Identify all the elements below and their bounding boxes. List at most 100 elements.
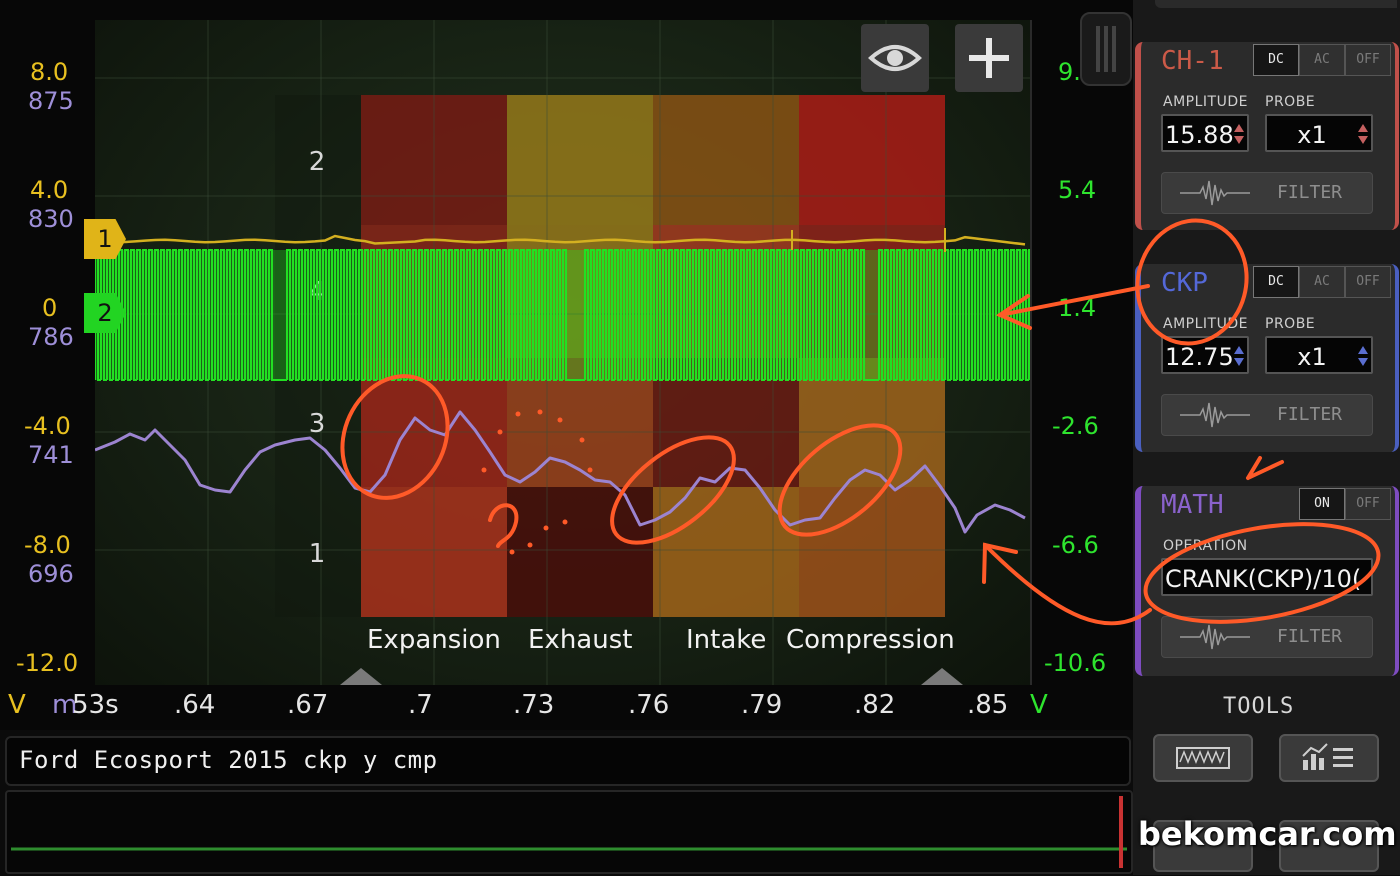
channel-card-math: MATH ON OFF OPERATION CRANK(CKP)/10( FIL…	[1135, 486, 1399, 676]
grip-icon	[1096, 26, 1116, 72]
channel-card-ch1: CH-1 DC AC OFF AMPLITUDE PROBE 15.88 x1 …	[1135, 42, 1399, 230]
amplitude-field[interactable]: 12.75	[1161, 336, 1249, 374]
math-name[interactable]: MATH	[1161, 490, 1224, 520]
right-tick-6: -10.6	[1044, 649, 1107, 677]
right-cursor-marker	[921, 668, 963, 685]
mode-ac-button[interactable]: AC	[1299, 266, 1345, 298]
amp-tick-6: -12.0	[16, 649, 79, 677]
amplitude-value: 12.75	[1165, 343, 1234, 371]
channel-name[interactable]: CH-1	[1161, 46, 1224, 76]
eye-icon	[868, 45, 922, 71]
cylinder-number: 3	[309, 409, 326, 439]
cylinder-phase-block	[799, 95, 945, 225]
channel-name[interactable]: CKP	[1161, 268, 1208, 298]
watermark-text: bekomcar.com	[1138, 815, 1397, 853]
mode-off-button[interactable]: OFF	[1345, 266, 1391, 298]
right-tick-1: 9.	[1058, 58, 1081, 86]
mode-off-button[interactable]: OFF	[1345, 44, 1391, 76]
math-tick-4: 741	[28, 441, 74, 469]
amplitude-spinner-icon[interactable]	[1233, 120, 1245, 148]
math-tick-5: 696	[28, 560, 74, 588]
probe-spinner-icon[interactable]	[1357, 342, 1369, 370]
amplitude-caption: AMPLITUDE	[1163, 316, 1248, 332]
filter-button[interactable]: FILTER	[1161, 616, 1373, 658]
x-tick-4: .73	[513, 690, 555, 720]
amplitude-value: 15.88	[1165, 121, 1234, 149]
stroke-label-exhaust: Exhaust	[528, 625, 633, 655]
amp-tick-2: 4.0	[30, 176, 69, 204]
overview-cursor[interactable]	[1119, 796, 1123, 868]
amplitude-field[interactable]: 15.88	[1161, 114, 1249, 152]
coupling-mode-group: DC AC OFF	[1253, 44, 1391, 76]
add-button[interactable]	[955, 24, 1023, 92]
probe-caption: PROBE	[1265, 94, 1316, 110]
capture-title: Ford Ecosport 2015 ckp y cmp	[19, 746, 438, 774]
stroke-label-compression: Compression	[786, 625, 955, 655]
math-tick-1: 875	[28, 87, 74, 115]
signal-wave-icon	[1180, 180, 1250, 206]
mode-dc-button[interactable]: DC	[1253, 266, 1299, 298]
stroke-label-expansion: Expansion	[367, 625, 501, 655]
right-unit: V	[1030, 690, 1048, 720]
capture-title-bar[interactable]: Ford Ecosport 2015 ckp y cmp	[5, 736, 1131, 786]
plus-icon	[969, 38, 1009, 78]
operation-field[interactable]: CRANK(CKP)/10(	[1161, 558, 1373, 596]
waveform-icon	[1176, 747, 1230, 769]
cylinder-phase-block	[507, 95, 653, 225]
amplitude-spinner-icon[interactable]	[1233, 342, 1245, 370]
overview-trace	[11, 796, 1127, 868]
tools-heading: TOOLS	[1223, 694, 1295, 719]
operation-value: CRANK(CKP)/10(	[1165, 565, 1362, 593]
scope-display: 2431 8.0 875 4.0 830 0 786 -4.0 741 -8.0…	[0, 0, 1133, 730]
mode-dc-button[interactable]: DC	[1253, 44, 1299, 76]
cylinder-number: 1	[309, 539, 326, 569]
measurement-tool-button[interactable]	[1279, 734, 1379, 782]
amplitude-caption: AMPLITUDE	[1163, 94, 1248, 110]
panel-top-strip	[1155, 0, 1397, 8]
math-tick-2: 830	[28, 205, 74, 233]
plot-area[interactable]: 2431	[95, 20, 1032, 685]
x-tick-3: .7	[408, 690, 433, 720]
x-tick-start: 53s	[72, 690, 119, 720]
filter-label: FILTER	[1277, 182, 1343, 203]
right-tick-2: 5.4	[1058, 176, 1097, 204]
probe-field[interactable]: x1	[1265, 114, 1373, 152]
filter-label: FILTER	[1277, 404, 1343, 425]
cylinder-phase-block	[799, 487, 945, 617]
side-panel-handle[interactable]	[1080, 12, 1132, 86]
coupling-mode-group: DC AC OFF	[1253, 266, 1391, 298]
filter-button[interactable]: FILTER	[1161, 394, 1373, 436]
right-tick-5: -6.6	[1052, 531, 1099, 559]
ch2-marker-label: 2	[97, 299, 113, 327]
probe-field[interactable]: x1	[1265, 336, 1373, 374]
cylinder-number: 2	[309, 147, 326, 177]
waveform-tool-button[interactable]	[1153, 734, 1253, 782]
waveform-canvas[interactable]: 2431	[95, 20, 1030, 685]
channel-card-ckp: CKP DC AC OFF AMPLITUDE PROBE 12.75 x1 F…	[1135, 264, 1399, 452]
x-tick-1: .64	[174, 690, 216, 720]
x-tick-7: .82	[854, 690, 896, 720]
amp-tick-4: -4.0	[24, 412, 71, 440]
amp-tick-3: 0	[42, 294, 58, 322]
right-tick-4: -2.6	[1052, 412, 1099, 440]
filter-button[interactable]: FILTER	[1161, 172, 1373, 214]
stroke-label-intake: Intake	[686, 625, 767, 655]
right-tick-3: 1.4	[1058, 294, 1097, 322]
amp-tick-1: 8.0	[30, 58, 69, 86]
overview-timeline[interactable]	[5, 790, 1133, 874]
math-mode-group: ON OFF	[1299, 488, 1391, 520]
probe-caption: PROBE	[1265, 316, 1316, 332]
x-tick-5: .76	[628, 690, 670, 720]
amp-tick-5: -8.0	[24, 531, 71, 559]
left-cursor-marker	[340, 668, 382, 685]
probe-value: x1	[1297, 343, 1327, 371]
ch1-marker-label: 1	[97, 225, 113, 253]
mode-on-button[interactable]: ON	[1299, 488, 1345, 520]
probe-spinner-icon[interactable]	[1357, 120, 1369, 148]
mode-ac-button[interactable]: AC	[1299, 44, 1345, 76]
visibility-button[interactable]	[861, 24, 929, 92]
left-unit: V	[8, 690, 26, 720]
signal-wave-icon	[1180, 624, 1250, 650]
signal-wave-icon	[1180, 402, 1250, 428]
mode-off-button[interactable]: OFF	[1345, 488, 1391, 520]
